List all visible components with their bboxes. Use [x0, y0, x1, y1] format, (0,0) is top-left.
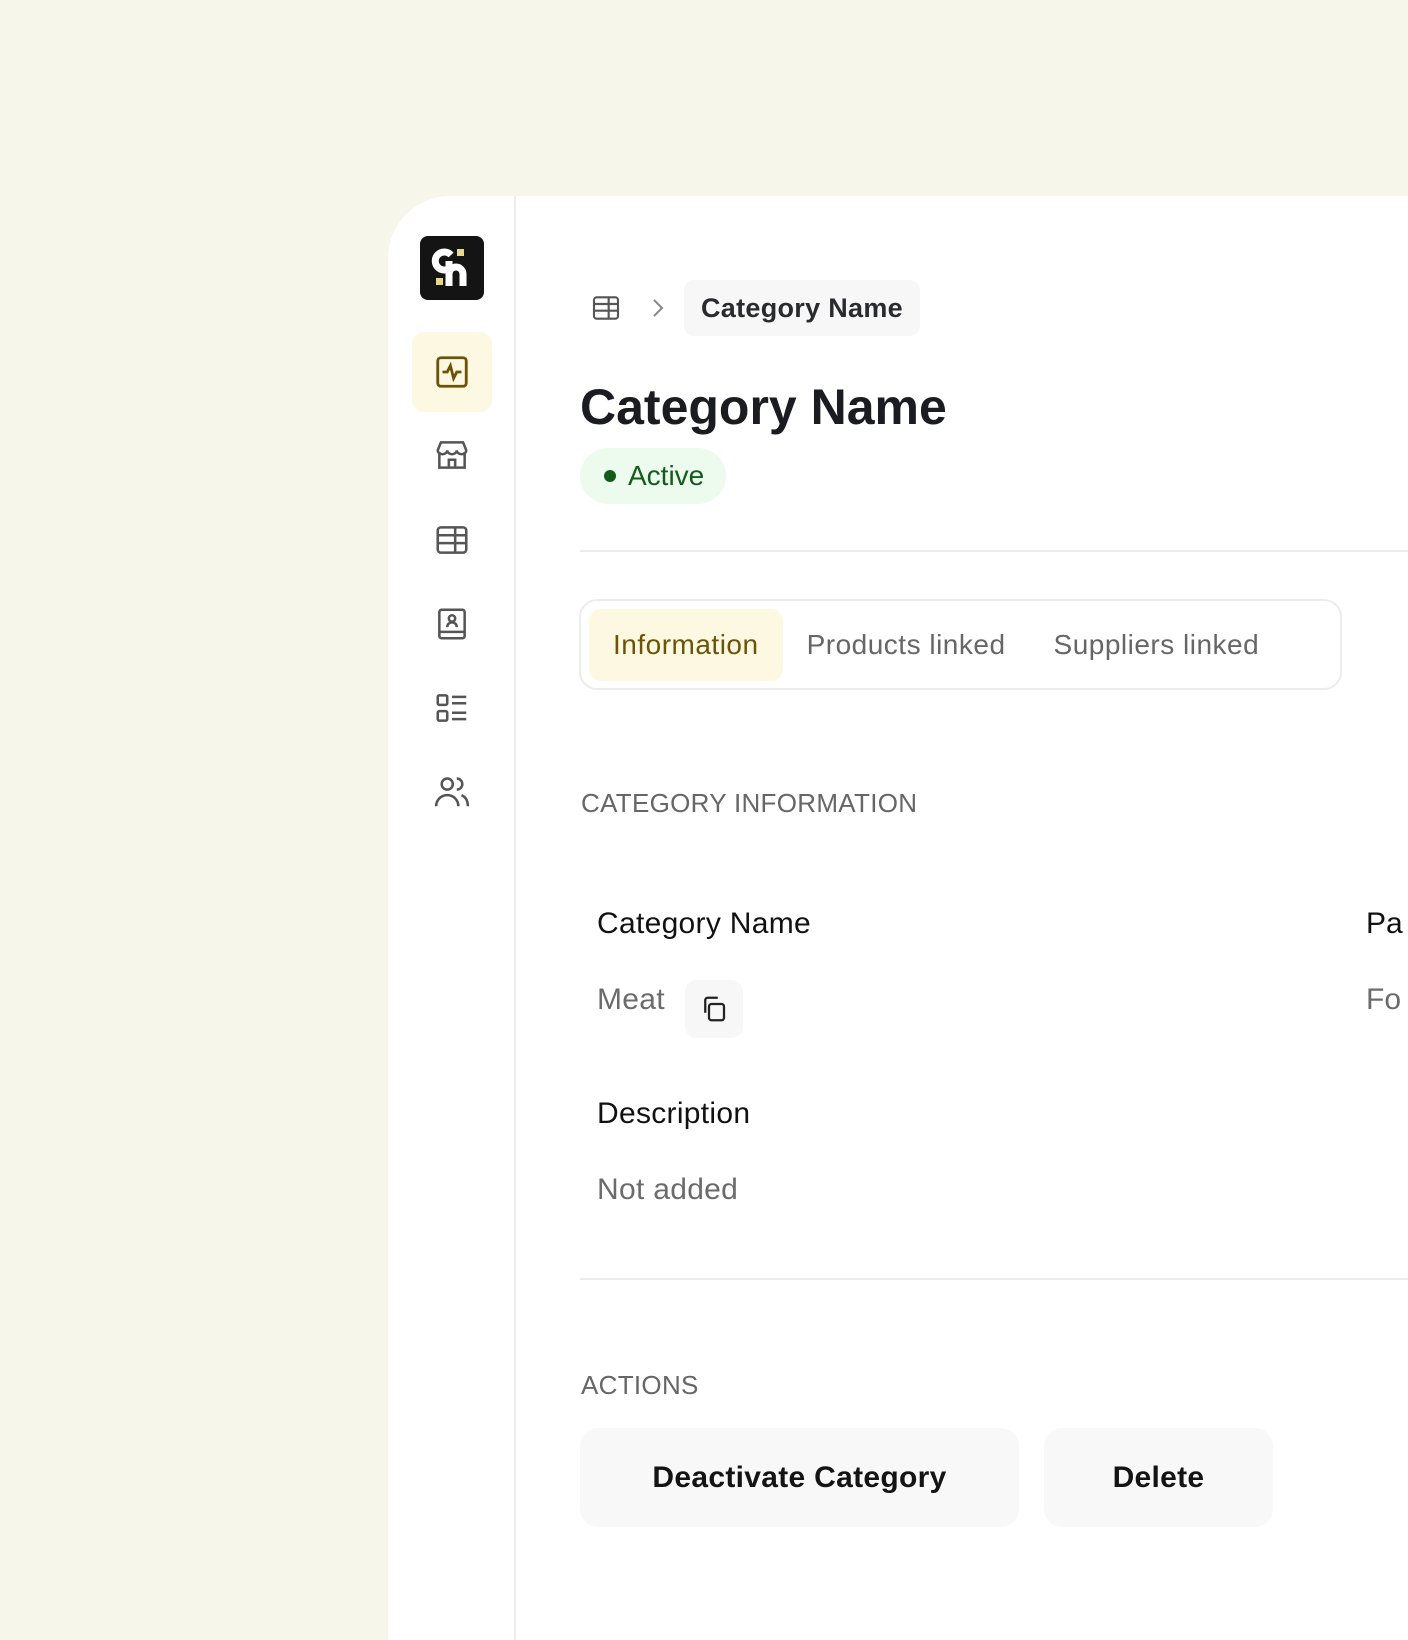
field-label-parent: Pa — [1366, 907, 1403, 940]
info-divider — [580, 1278, 1408, 1280]
delete-button[interactable]: Delete — [1044, 1428, 1273, 1527]
field-label-category-name: Category Name — [597, 907, 811, 940]
field-value-description: Not added — [597, 1173, 739, 1206]
status-badge: Active — [580, 448, 727, 504]
activity-icon — [436, 356, 468, 388]
field-value-parent: Fo — [1366, 983, 1402, 1016]
users-icon — [434, 777, 470, 807]
section-title-actions: ACTIONS — [581, 1370, 699, 1400]
breadcrumb-current[interactable]: Category Name — [684, 280, 920, 336]
tab-products-linked[interactable]: Products linked — [783, 609, 1030, 681]
field-label-description: Description — [597, 1097, 751, 1130]
list-icon — [436, 694, 467, 722]
sidebar-item-contacts[interactable] — [412, 584, 492, 664]
sidebar-item-table[interactable] — [412, 500, 492, 580]
deactivate-category-button[interactable]: Deactivate Category — [580, 1428, 1019, 1527]
tab-bar: Information Products linked Suppliers li… — [579, 599, 1342, 690]
store-icon — [436, 441, 468, 469]
app-logo[interactable] — [420, 236, 484, 300]
sidebar-item-activity[interactable] — [412, 332, 492, 412]
table-icon — [436, 526, 468, 554]
sidebar-divider — [514, 196, 516, 1640]
logo-icon — [431, 248, 467, 286]
status-label: Active — [628, 460, 705, 491]
tab-information[interactable]: Information — [589, 608, 783, 681]
status-dot-icon — [604, 470, 616, 482]
field-value-category-name: Meat — [597, 983, 665, 1016]
contact-book-icon — [438, 608, 466, 640]
header-divider — [580, 550, 1408, 552]
sidebar-item-list[interactable] — [412, 668, 492, 748]
copy-icon — [704, 996, 726, 1022]
breadcrumb-table-icon[interactable] — [590, 292, 622, 324]
tab-suppliers-linked[interactable]: Suppliers linked — [1030, 609, 1284, 681]
sidebar-item-store[interactable] — [412, 415, 492, 495]
page-title: Category Name — [580, 379, 947, 435]
copy-button[interactable] — [685, 980, 743, 1038]
section-title-info: CATEGORY INFORMATION — [581, 788, 918, 818]
sidebar-item-users[interactable] — [412, 752, 492, 832]
chevron-right-icon — [653, 299, 664, 317]
